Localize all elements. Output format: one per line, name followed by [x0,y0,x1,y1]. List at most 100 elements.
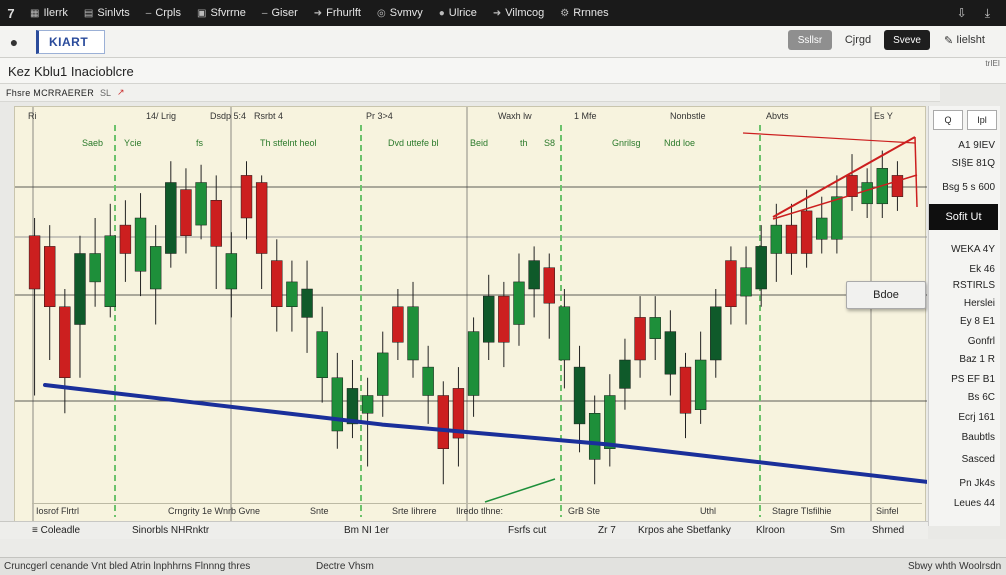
bottom-bar-item[interactable]: Zr 7 [598,525,616,536]
chart-title-row: Kez Kblu1 Inacioblcre trIEI [0,58,1006,84]
candle-body [271,260,283,308]
indicator-row: Fhsre MCRRAERER SL ↗ [0,84,940,102]
right-panel-item[interactable]: Pn Jk4s [931,478,999,489]
candle-body [74,253,86,325]
menu-item-label: Sinlvts [97,7,130,19]
right-panel-item[interactable]: Leues 44 [931,498,999,509]
right-panel-item[interactable]: Ey 8 E1 [931,316,999,327]
candle-body [210,200,222,247]
price-chart[interactable] [14,106,927,527]
indicator-sub[interactable]: SL [100,88,111,98]
candle-body [195,182,207,226]
bottom-bar-item[interactable]: ≡ Coleadle [32,525,80,536]
menu-item-6[interactable]: ◎ Svmvy [377,7,423,19]
right-panel-item[interactable]: Herslei [931,298,999,309]
right-panel-item[interactable]: WEKA 4Y [931,244,999,255]
candle-body [543,267,555,304]
target-icon: ◎ [377,7,386,19]
dash-icon: – [145,7,152,19]
right-panel-item[interactable]: Bsg 5 s 600 [931,182,999,193]
bottom-bar-item[interactable]: Klroon [756,525,785,536]
chart-footer-label: Uthl [700,506,717,516]
search-tab[interactable]: Q [933,110,963,130]
right-panel-item[interactable]: Ecrj 161 [931,412,999,423]
toolbar-gray-button[interactable]: Ssllsr [788,30,832,50]
bottom-bar-item[interactable]: Sm [830,525,845,536]
right-panel: Q Ipl A1 9IEV SI§E 81Q Bsg 5 s 600 WEKA 4Y E… [928,106,1000,526]
right-panel-item[interactable]: Baubtls [931,432,999,443]
toolbar-link[interactable]: ✎ Iielsht [944,30,1004,50]
list-tab[interactable]: Ipl [967,110,997,130]
chart-footer-label: Iosrof Flrtrl [36,506,80,516]
candle-body [407,306,419,361]
grid-icon: ▦ [30,7,40,19]
right-panel-item[interactable]: Bs 6C [931,392,999,403]
candle-body [513,281,525,325]
chart-footer-label: Crngrity 1e Wnrb Gvne [168,506,261,516]
title-actions: ⇩ ⤓ [957,6,1006,21]
candle-body [483,295,495,343]
right-panel-item[interactable]: Sasced [931,454,999,465]
candle-body [725,260,737,308]
toolbar-link-label: Iielsht [956,34,985,46]
dot-icon: ● [438,7,445,19]
candle-body [694,359,707,410]
candle-body [588,413,601,460]
menu-item-1[interactable]: ▤ Sinlvts [84,7,130,19]
menu-item-label: Frhurlft [326,7,361,19]
menu-item-2[interactable]: – Crpls [146,7,181,19]
indicator-label[interactable]: Fhsre MCRRAERER [6,88,94,98]
pin-icon[interactable]: ⤓ [985,6,990,21]
right-panel-active-item[interactable]: Sofit Ut [929,204,998,230]
bottom-bar-item[interactable]: Krpos ahe Sbetfanky [638,525,731,536]
app-logo: 7 [7,5,15,21]
chart-canvas[interactable] [15,107,927,527]
menu-item-7[interactable]: ● Ulrice [439,7,477,19]
candle-body [558,306,571,361]
candle-body [785,224,798,254]
chart-name-field[interactable]: KIART [36,29,106,54]
candle-body [392,306,404,343]
right-panel-item[interactable]: PS EF B1 [931,374,999,385]
candle-body [437,395,449,449]
chart-tooltip[interactable]: Bdoe [846,281,926,309]
bottom-bar: ≡ Coleadle Sinorbls NHRnktr Bm NI 1er Fsrfs… [0,521,928,539]
menu-item-5[interactable]: ➜ Frhurlft [314,7,361,19]
candle-body [467,331,480,396]
candle-body [800,210,813,254]
right-panel-item[interactable]: A1 9IEV [931,140,999,151]
candle-body [528,260,540,290]
bottom-bar-item[interactable]: Sinorbls NHRnktr [132,525,209,536]
bottom-bar-item[interactable]: Bm NI 1er [344,525,389,536]
bottom-bar-item[interactable]: Fsrfs cut [508,525,546,536]
candle-body [165,182,177,254]
toolbar-dark-button[interactable]: Sveve [884,30,930,50]
download-icon[interactable]: ⇩ [957,6,967,20]
bottom-bar-item[interactable]: Shrned [872,525,904,536]
candle-body [816,217,828,240]
right-panel-item[interactable]: Gonfrl [931,336,999,347]
candle-body [180,189,192,236]
right-panel-item[interactable]: RSTIRLS [931,280,999,291]
menu-item-4[interactable]: – Giser [262,7,298,19]
right-panel-item[interactable]: SI§E 81Q [931,158,999,169]
channel-line-lower [772,174,918,220]
candle-body [225,253,238,290]
right-panel-item[interactable]: Baz 1 R [931,354,999,365]
green-arrow [484,478,556,503]
candle-body [861,182,873,205]
chart-footer-label: Sinfel [876,506,899,516]
chart-footer: Iosrof Flrtrl Crngrity 1e Wnrb Gvne Snte Sr… [32,503,922,518]
menu-item-0[interactable]: ▦ Ilerrk [30,7,68,19]
menu-item-8[interactable]: ➜ Vilmcog [493,7,544,19]
arrow-icon: ➜ [492,7,502,19]
menu-item-label: Rrnnes [573,7,609,19]
gear-icon: ⚙ [560,7,570,19]
record-icon[interactable]: ● [0,34,28,50]
toolbar-plain-button[interactable]: Cjrgd [838,30,878,50]
menu-item-3[interactable]: ▣ Sfvrrne [197,7,246,19]
candle-body [664,331,677,375]
menu-item-9[interactable]: ⚙ Rrnnes [560,7,608,19]
menu-item-label: Sfvrrne [210,7,246,19]
right-panel-item[interactable]: Ek 46 [931,264,999,275]
